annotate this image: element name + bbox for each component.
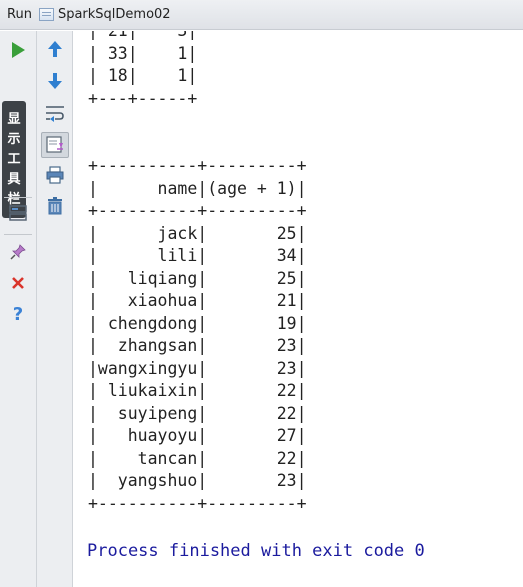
process-exit-message: Process finished with exit code 0 [87, 541, 425, 561]
toolbar-divider [4, 197, 32, 198]
show-toolbar-tab-char: 示 [7, 131, 21, 147]
scroll-to-end-icon [46, 136, 63, 153]
help-icon: ? [13, 305, 23, 323]
table-row: | xiaohua| 21| [88, 291, 307, 310]
table-border: +----------+---------+ [88, 493, 307, 513]
table-row: | zhangsan| 23| [88, 336, 307, 355]
show-toolbar-tab[interactable]: 显示工具栏 [2, 101, 26, 218]
run-configuration-icon [38, 8, 54, 21]
table-row: | liqiang| 25| [88, 268, 307, 288]
table-row: | jack| 25| [88, 223, 307, 243]
table-row: | suyipeng| 22| [88, 403, 307, 423]
table-row: | lili| 34| [88, 246, 307, 265]
show-toolbar-tab-char: 具 [7, 171, 21, 187]
pin-icon [10, 244, 26, 260]
table-row: |wangxingyu| 23| [88, 358, 307, 378]
close-button[interactable] [6, 272, 30, 294]
table-border: +----------+---------+ [88, 201, 307, 220]
help-button[interactable]: ? [6, 303, 30, 325]
table-header-row: | name|(age + 1)| [88, 178, 307, 198]
run-window-title: Run [7, 7, 32, 22]
arrow-up-icon [48, 41, 62, 57]
run-configuration-tab[interactable]: SparkSqlDemo02 [58, 7, 171, 22]
clear-all-button[interactable] [43, 195, 67, 217]
console-output[interactable]: | 21| 3|| 33| 1| | 18| 1| +---+-----+ +---… [74, 31, 523, 587]
pin-tab-button[interactable] [6, 241, 30, 263]
console-line: | 33| 1| [88, 43, 198, 63]
toolbar-divider [4, 234, 32, 235]
table-border: +----------+---------+ [88, 156, 307, 175]
soft-wrap-icon [46, 106, 64, 122]
table-row: | tancan| 22| [88, 448, 307, 468]
run-toolbar-primary: 显示工具栏 ? [0, 31, 37, 587]
close-icon [12, 277, 24, 289]
run-tool-window-header: Run SparkSqlDemo02 [0, 0, 523, 30]
console-line: +---+-----+ [88, 88, 198, 108]
console-line: | 21| 3| [88, 31, 307, 43]
table-row: | huayoyu| 27| [88, 426, 307, 445]
console-line: | 18| 1| [88, 66, 198, 85]
layout-icon [9, 205, 27, 221]
console-text: | 21| 3|| 33| 1| | 18| 1| +---+-----+ +---… [88, 31, 307, 515]
table-row: | liukaixin| 22| [88, 381, 307, 400]
rerun-button[interactable] [6, 39, 30, 61]
table-row: | chengdong| 19| [88, 313, 307, 333]
run-toolbar-secondary [37, 31, 73, 587]
up-stack-trace-button[interactable] [43, 38, 67, 60]
print-icon [46, 166, 64, 184]
play-icon [12, 42, 25, 58]
soft-wraps-button[interactable] [43, 102, 67, 124]
show-toolbar-tab-char: 显 [7, 111, 21, 127]
svg-text:?: ? [13, 305, 23, 323]
table-row: | yangshuo| 23| [88, 471, 307, 490]
arrow-down-icon [48, 73, 62, 89]
trash-icon [48, 197, 62, 215]
show-toolbar-tab-char: 工 [7, 151, 21, 167]
layout-button[interactable] [6, 202, 30, 224]
down-stack-trace-button[interactable] [43, 70, 67, 92]
print-button[interactable] [43, 164, 67, 186]
scroll-to-end-button[interactable] [41, 132, 69, 158]
